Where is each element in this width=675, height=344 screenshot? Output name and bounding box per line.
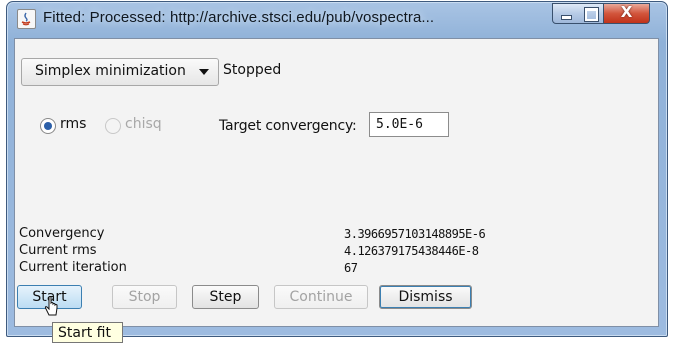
current-rms-label: Current rms [19, 243, 97, 258]
rms-radio[interactable] [40, 118, 56, 134]
chevron-down-icon [199, 69, 209, 75]
window-title: Fitted: Processed: http://archive.stsci.… [43, 9, 435, 26]
start-fit-tooltip: Start fit [52, 322, 123, 343]
dismiss-button[interactable]: Dismiss [379, 285, 472, 309]
convergency-label: Convergency [19, 226, 105, 241]
fit-method-select[interactable]: Simplex minimization [21, 58, 219, 86]
target-convergency-input[interactable] [369, 112, 449, 137]
continue-button: Continue [274, 285, 368, 309]
close-icon[interactable]: X [604, 3, 650, 24]
current-rms-value: 4.126379175438446E-8 [344, 244, 479, 258]
chisq-label: chisq [125, 116, 162, 132]
step-button[interactable]: Step [192, 285, 259, 309]
chisq-radio [105, 118, 121, 134]
convergency-value: 3.3966957103148895E-6 [344, 227, 486, 241]
java-icon[interactable] [17, 9, 36, 29]
mouse-pointer-icon [44, 296, 58, 316]
target-convergency-label: Target convergency: [219, 118, 357, 134]
current-iteration-value: 67 [344, 261, 358, 275]
minimize-icon[interactable] [552, 3, 579, 24]
maximize-icon[interactable] [578, 3, 604, 24]
close-label: X [620, 3, 633, 21]
current-iteration-label: Current iteration [19, 260, 127, 275]
fit-method-value: Simplex minimization [35, 63, 186, 79]
fit-status: Stopped [223, 62, 282, 78]
stop-button: Stop [112, 285, 177, 309]
rms-label: rms [60, 116, 87, 132]
title-bar[interactable]: Fitted: Processed: http://archive.stsci.… [7, 2, 667, 34]
